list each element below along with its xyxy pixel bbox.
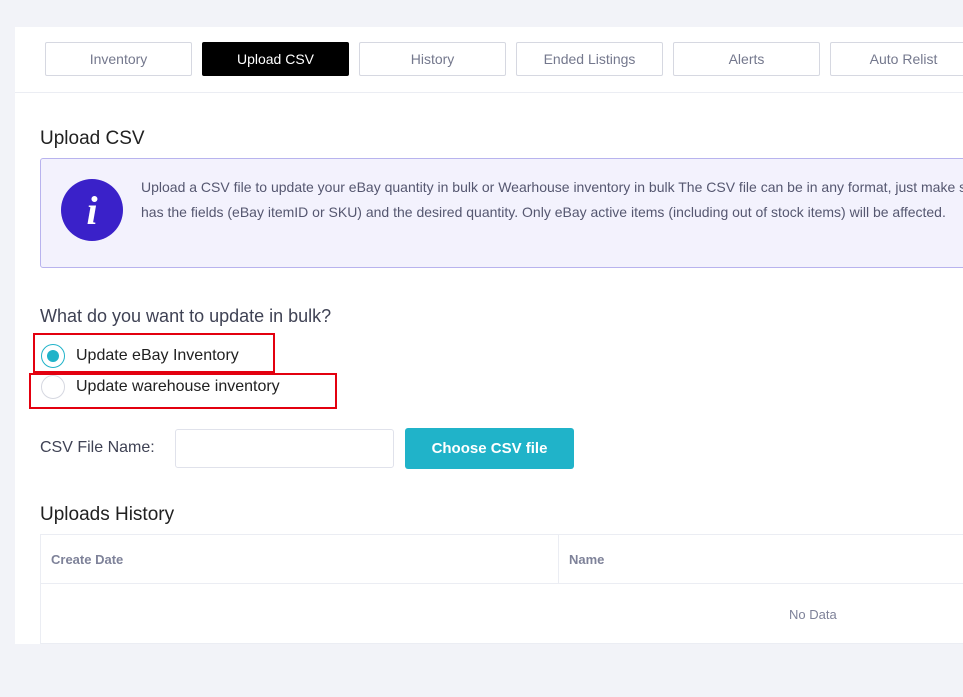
- info-text: Upload a CSV file to update your eBay qu…: [141, 175, 963, 225]
- bulk-update-question: What do you want to update in bulk?: [40, 306, 332, 326]
- column-name[interactable]: Name: [558, 535, 963, 584]
- tab-auto-relist[interactable]: Auto Relist: [830, 42, 963, 76]
- tab-upload-csv[interactable]: Upload CSV: [202, 42, 349, 76]
- tab-bar: Inventory Upload CSV History Ended Listi…: [15, 27, 963, 93]
- upload-csv-title: Upload CSV: [40, 128, 145, 149]
- info-icon: i: [61, 179, 123, 241]
- info-line-2: has the fields (eBay itemID or SKU) and …: [141, 204, 946, 220]
- info-line-1: Upload a CSV file to update your eBay qu…: [141, 179, 963, 195]
- tab-ended-listings[interactable]: Ended Listings: [516, 42, 663, 76]
- tab-inventory[interactable]: Inventory: [45, 42, 192, 76]
- tab-alerts[interactable]: Alerts: [673, 42, 820, 76]
- uploads-history-title: Uploads History: [40, 504, 175, 525]
- highlight-box-warehouse: [29, 373, 337, 409]
- tab-history[interactable]: History: [359, 42, 506, 76]
- main-card: Inventory Upload CSV History Ended Listi…: [15, 27, 963, 644]
- info-box: i Upload a CSV file to update your eBay …: [40, 158, 963, 268]
- csv-file-name-input[interactable]: [175, 429, 394, 468]
- highlight-box-ebay: [33, 333, 275, 373]
- no-data-message: No Data: [41, 584, 963, 644]
- column-create-date[interactable]: Create Date: [41, 535, 558, 584]
- choose-csv-file-button[interactable]: Choose CSV file: [405, 428, 574, 469]
- table-header: Create Date Name: [41, 535, 963, 584]
- no-data-text: No Data: [789, 606, 837, 622]
- csv-file-name-label: CSV File Name:: [40, 439, 155, 456]
- uploads-history-table: Create Date Name No Data: [40, 534, 963, 644]
